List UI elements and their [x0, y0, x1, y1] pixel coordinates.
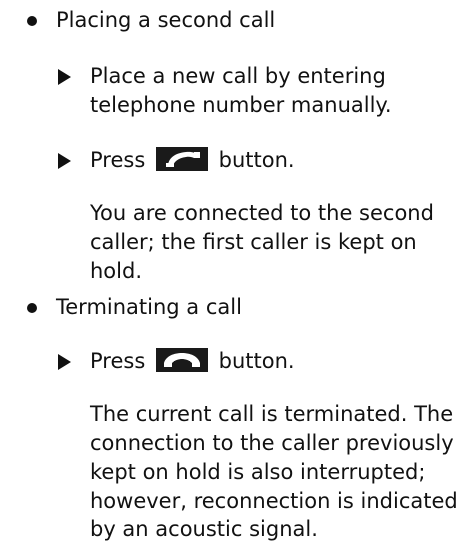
result-line: however, reconnection is indicated	[90, 489, 458, 513]
result-line: You are connected to the second	[90, 201, 434, 225]
result-line: connection to the caller previously	[90, 431, 454, 455]
step-press-label: Press	[90, 349, 146, 373]
step-button-label: button.	[218, 349, 295, 373]
bullet-point-icon	[27, 303, 39, 315]
step-arrow-icon	[58, 153, 71, 169]
step-press-end-button: Press button.	[90, 346, 295, 376]
call-accept-icon	[155, 147, 208, 171]
call-end-icon	[155, 348, 208, 372]
result-line: by an acoustic signal.	[90, 517, 318, 541]
section-heading-terminating-call: Terminating a call	[56, 295, 242, 319]
step-text-line-2: telephone number manually.	[90, 93, 392, 117]
step-arrow-icon	[58, 354, 71, 370]
step-press-call-button: Press button.	[90, 145, 295, 175]
result-line: caller; the first caller is kept on	[90, 230, 417, 254]
step-arrow-icon	[58, 69, 71, 85]
step-text-line-1: Place a new call by entering	[90, 64, 386, 88]
step-press-label: Press	[90, 148, 146, 172]
bullet-point-icon	[27, 16, 39, 28]
step-button-label: button.	[218, 148, 295, 172]
section-heading-placing-second-call: Placing a second call	[56, 8, 276, 32]
result-line: kept on hold is also interrupted;	[90, 460, 426, 484]
result-line: The current call is terminated. The	[90, 402, 454, 426]
result-line: hold.	[90, 259, 142, 283]
manual-page: Placing a second call Place a new call b…	[0, 0, 466, 541]
